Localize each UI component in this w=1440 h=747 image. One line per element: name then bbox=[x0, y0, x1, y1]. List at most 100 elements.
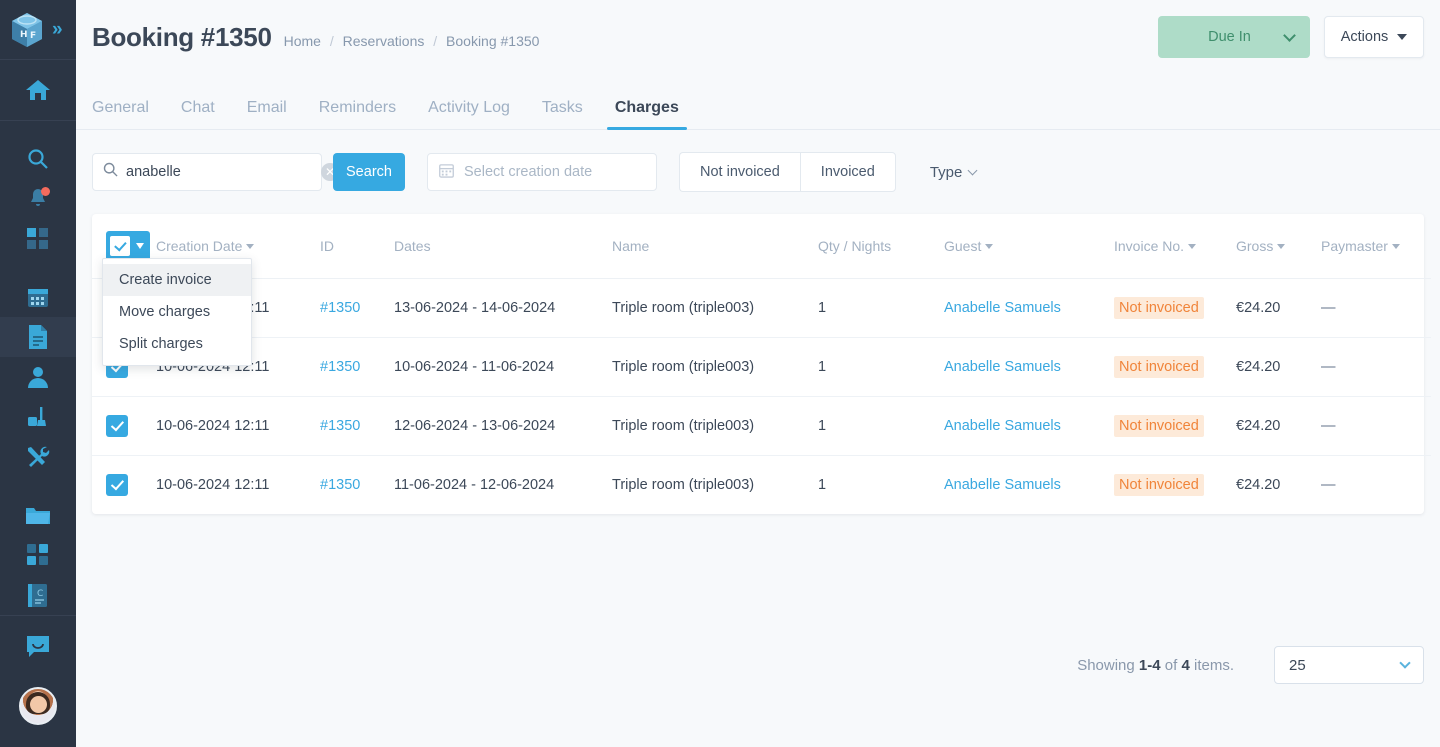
tab-tasks[interactable]: Tasks bbox=[542, 99, 583, 129]
booking-id-link[interactable]: #1350 bbox=[320, 418, 360, 434]
search-button[interactable]: Search bbox=[333, 153, 405, 191]
showing-prefix: Showing bbox=[1077, 656, 1139, 674]
guest-link[interactable]: Anabelle Samuels bbox=[944, 300, 1061, 316]
col-guest[interactable]: Guest bbox=[944, 214, 1114, 279]
breadcrumb-sep-2: / bbox=[433, 33, 438, 49]
cell-name: Triple room (triple003) bbox=[612, 278, 818, 338]
sidebar-item-reservations[interactable] bbox=[0, 317, 76, 357]
tab-activity-log[interactable]: Activity Log bbox=[428, 99, 510, 129]
menu-item-create-invoice[interactable]: Create invoice bbox=[103, 264, 251, 296]
caret-down-icon bbox=[1397, 34, 1408, 40]
sidebar-item-housekeeping[interactable] bbox=[0, 397, 76, 437]
status-due-in-button[interactable]: Due In bbox=[1158, 16, 1310, 58]
cell-gross: €24.20 bbox=[1236, 337, 1321, 397]
cell-guest: Anabelle Samuels bbox=[944, 396, 1114, 456]
showing-items-text: Showing 1-4 of 4 items. bbox=[1077, 657, 1234, 674]
page-size-select[interactable]: 25 bbox=[1274, 646, 1424, 684]
table-row[interactable]: 10-06-2024 12:11 #1350 12-06-2024 - 13-0… bbox=[92, 396, 1431, 456]
showing-total: 4 bbox=[1181, 656, 1190, 674]
col-name: Name bbox=[612, 214, 818, 279]
sidebar-item-home[interactable] bbox=[0, 60, 76, 120]
table-row[interactable]: 10-06-2024 12:11 #1350 10-06-2024 - 11-0… bbox=[92, 337, 1431, 397]
tab-charges[interactable]: Charges bbox=[606, 99, 687, 130]
housekeeping-icon bbox=[26, 405, 50, 429]
table-row[interactable]: 10-06-2024 12:11 #1350 11-06-2024 - 12-0… bbox=[92, 456, 1431, 515]
notification-badge-dot bbox=[41, 187, 50, 196]
cell-invoice: Not invoiced bbox=[1114, 456, 1236, 515]
toggle-invoiced[interactable]: Invoiced bbox=[799, 152, 896, 192]
breadcrumb-sep-1: / bbox=[329, 33, 334, 49]
sidebar-item-profile[interactable] bbox=[0, 676, 76, 736]
col-qty-label: Qty / Nights bbox=[818, 238, 892, 254]
cell-paymaster: — bbox=[1321, 477, 1336, 493]
booking-id-link[interactable]: #1350 bbox=[320, 359, 360, 375]
toggle-not-invoiced[interactable]: Not invoiced bbox=[679, 152, 800, 192]
sidebar-item-dashboard[interactable] bbox=[0, 219, 76, 259]
svg-text:C: C bbox=[37, 589, 43, 599]
cell-invoice: Not invoiced bbox=[1114, 396, 1236, 456]
col-paymaster[interactable]: Paymaster bbox=[1321, 214, 1431, 279]
breadcrumb-item-reservations[interactable]: Reservations bbox=[343, 33, 425, 49]
tab-reminders[interactable]: Reminders bbox=[319, 99, 396, 129]
chat-icon bbox=[25, 634, 51, 658]
cell-name: Triple room (triple003) bbox=[612, 477, 755, 493]
col-id-label: ID bbox=[320, 238, 334, 254]
select-all-checkbox[interactable] bbox=[110, 236, 130, 256]
actions-button[interactable]: Actions bbox=[1324, 16, 1424, 58]
breadcrumb: Home / Reservations / Booking #1350 bbox=[284, 33, 540, 49]
sidebar-item-apps[interactable] bbox=[0, 535, 76, 575]
guest-link[interactable]: Anabelle Samuels bbox=[944, 477, 1061, 493]
breadcrumb-item-home[interactable]: Home bbox=[284, 33, 321, 49]
menu-item-move-charges[interactable]: Move charges bbox=[103, 296, 251, 328]
cell-paymaster: — bbox=[1321, 337, 1431, 397]
cell-guest: Anabelle Samuels bbox=[944, 278, 1114, 338]
search-input[interactable] bbox=[126, 164, 313, 180]
menu-item-split-charges[interactable]: Split charges bbox=[103, 328, 251, 360]
col-id: ID bbox=[320, 214, 394, 279]
table-footer: Showing 1-4 of 4 items. 25 bbox=[76, 646, 1440, 684]
sidebar-item-messages[interactable] bbox=[0, 616, 76, 676]
sidebar-logo-row[interactable]: H F » bbox=[0, 0, 76, 60]
col-paymaster-label: Paymaster bbox=[1321, 238, 1388, 254]
sidebar-item-calendar[interactable] bbox=[0, 277, 76, 317]
home-icon bbox=[25, 78, 51, 102]
tab-email[interactable]: Email bbox=[247, 99, 287, 129]
tab-chat[interactable]: Chat bbox=[181, 99, 215, 129]
row-checkbox[interactable] bbox=[106, 415, 128, 437]
cell-paymaster: — bbox=[1321, 396, 1431, 456]
avatar[interactable] bbox=[19, 687, 57, 725]
type-dropdown[interactable]: Type bbox=[930, 164, 978, 181]
booking-id-link[interactable]: #1350 bbox=[320, 300, 360, 316]
cell-qty: 1 bbox=[818, 278, 944, 338]
booking-id-link[interactable]: #1350 bbox=[320, 477, 360, 493]
sidebar-item-files[interactable] bbox=[0, 495, 76, 535]
select-all-dropdown-button[interactable] bbox=[106, 231, 150, 261]
sort-caret-icon bbox=[985, 244, 994, 249]
app-root: H F » C Booking #1350 Home / Reservation… bbox=[0, 0, 1440, 747]
col-dates: Dates bbox=[394, 214, 612, 279]
sidebar-expand-icon[interactable]: » bbox=[52, 20, 62, 39]
cell-name: Triple room (triple003) bbox=[612, 337, 818, 397]
hf-cube-logo[interactable]: H F bbox=[10, 12, 44, 48]
sidebar-item-search[interactable] bbox=[0, 139, 76, 179]
tab-general[interactable]: General bbox=[92, 99, 149, 129]
col-gross[interactable]: Gross bbox=[1236, 214, 1321, 279]
folder-icon bbox=[25, 505, 51, 526]
col-invoice-no[interactable]: Invoice No. bbox=[1114, 214, 1236, 279]
charges-table-card: Creation Date ID Dates Name Qty / Nights… bbox=[92, 214, 1431, 514]
guest-link[interactable]: Anabelle Samuels bbox=[944, 418, 1061, 434]
sidebar-item-guests[interactable] bbox=[0, 357, 76, 397]
guest-link[interactable]: Anabelle Samuels bbox=[944, 359, 1061, 375]
showing-suffix: items. bbox=[1189, 656, 1234, 674]
sidebar-item-notifications[interactable] bbox=[0, 179, 76, 219]
search-box[interactable]: ✕ bbox=[92, 153, 339, 191]
sidebar-item-directory[interactable]: C bbox=[0, 575, 76, 615]
breadcrumb-item-current: Booking #1350 bbox=[446, 33, 540, 49]
table-row[interactable]: 10-06-2024 12:11 #1350 13-06-2024 - 14-0… bbox=[92, 278, 1431, 338]
row-checkbox[interactable] bbox=[106, 474, 128, 496]
sidebar-item-maintenance[interactable] bbox=[0, 437, 76, 477]
search-icon bbox=[103, 162, 118, 182]
creation-date-picker[interactable]: Select creation date bbox=[427, 153, 657, 191]
svg-text:F: F bbox=[30, 31, 36, 41]
cell-gross: €24.20 bbox=[1236, 477, 1281, 493]
